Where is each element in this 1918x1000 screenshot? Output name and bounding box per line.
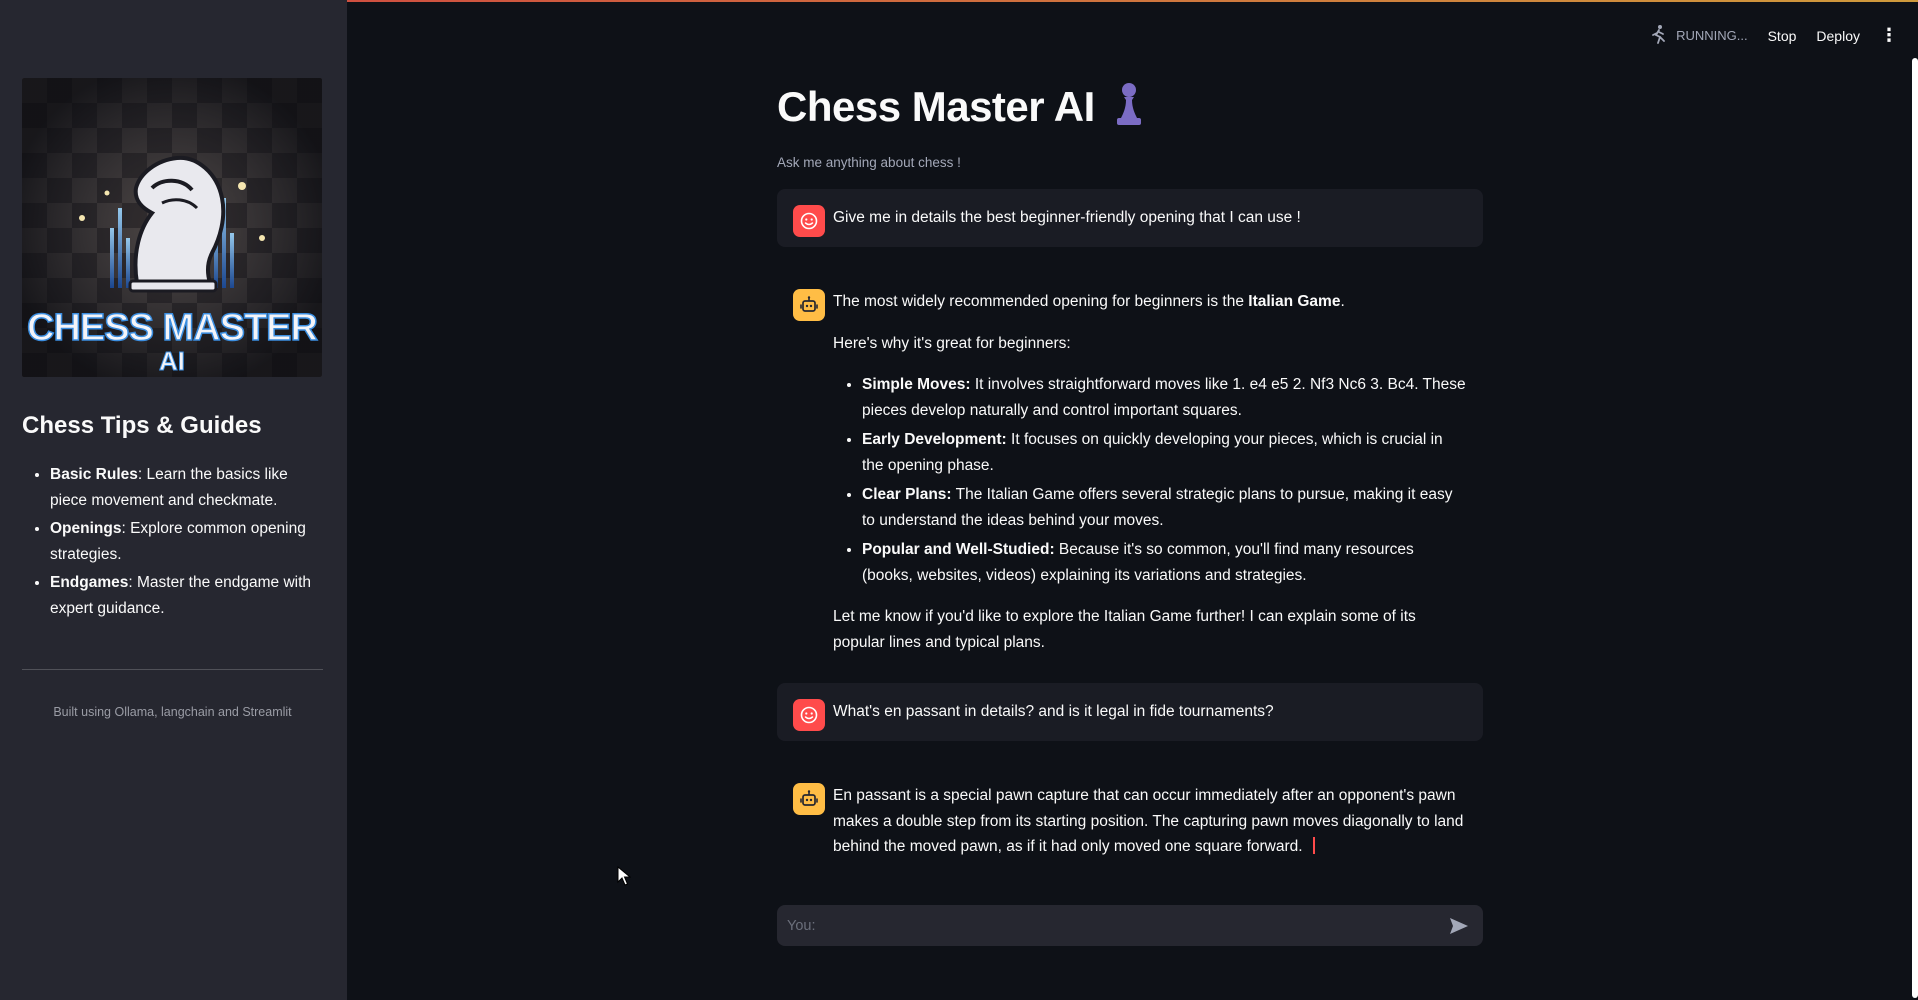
list-item: Openings: Explore common opening strateg… [50,516,322,567]
deploy-button[interactable]: Deploy [1816,28,1860,44]
sidebar-heading: Chess Tips & Guides [22,412,262,439]
svg-text:CHESS MASTER: CHESS MASTER [27,307,317,349]
chat-input-box [777,905,1483,946]
chat-input[interactable] [777,905,1417,946]
sidebar-divider [22,669,323,670]
sidebar-footer: Built using Ollama, langchain and Stream… [53,705,292,719]
message-paragraph: Let me know if you'd like to explore the… [833,608,1416,651]
message-paragraph: The most widely recommended opening for … [833,293,1345,310]
chat-message-user: What's en passant in details? and is it … [777,683,1483,741]
message-text: En passant is a special pawn capture tha… [833,787,1464,855]
chat-message-assistant: En passant is a special pawn capture tha… [777,776,1483,876]
page-title: Chess Master AI [777,82,1095,130]
list-item: Clear Plans: The Italian Game offers sev… [862,482,1467,533]
scrollbar[interactable] [1912,58,1918,998]
status-text: RUNNING... [1676,28,1748,43]
kebab-menu-icon[interactable]: ⋮ [1880,25,1898,46]
running-figure-icon [1648,24,1668,47]
list-item: Early Development: It focuses on quickly… [862,427,1467,478]
message-text: Give me in details the best beginner-fri… [833,209,1301,226]
message-text: The most widely recommended opening for … [833,289,1467,655]
sidebar-tips-list: Basic Rules: Learn the basics like piece… [22,462,322,624]
assistant-avatar-icon [793,289,825,321]
send-arrow-icon[interactable] [1447,914,1471,938]
stop-button[interactable]: Stop [1768,28,1797,44]
list-item: Basic Rules: Learn the basics like piece… [50,462,322,513]
title-row: Chess Master AI [777,82,1143,131]
running-status: RUNNING... [1648,24,1748,47]
mouse-pointer-icon [617,865,632,891]
chess-pawn-icon [1115,82,1143,131]
chess-master-logo: CHESS MASTER AI [22,78,322,377]
message-paragraph: Here's why it's great for beginners: [833,334,1071,352]
page-subtitle: Ask me anything about chess ! [777,155,961,170]
message-bullet-list: Simple Moves: It involves straightforwar… [833,372,1467,588]
assistant-avatar-icon [793,783,825,815]
list-item: Popular and Well-Studied: Because it's s… [862,537,1467,588]
message-text: What's en passant in details? and is it … [833,703,1274,720]
top-toolbar: RUNNING... Stop Deploy ⋮ [1648,24,1898,47]
user-avatar-icon [793,205,825,237]
list-item: Simple Moves: It involves straightforwar… [862,372,1467,423]
sidebar: CHESS MASTER AI Chess Tips & Guides Basi… [0,0,347,1000]
svg-text:AI: AI [159,346,185,376]
chat-message-user: Give me in details the best beginner-fri… [777,189,1483,247]
user-avatar-icon [793,699,825,731]
list-item: Endgames: Master the endgame with expert… [50,570,322,621]
typing-cursor [1312,837,1315,854]
chat-message-assistant: The most widely recommended opening for … [777,282,1483,671]
